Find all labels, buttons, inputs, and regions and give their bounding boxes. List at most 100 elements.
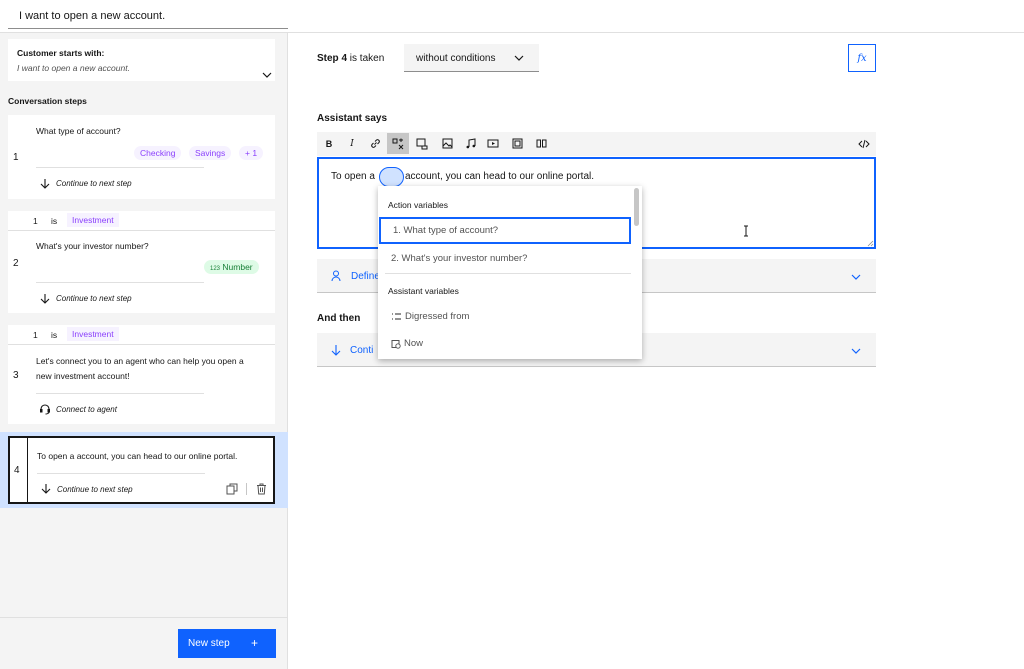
step-question-line2: new investment account! <box>36 371 130 381</box>
divider <box>37 473 205 474</box>
trash-icon[interactable] <box>256 483 267 495</box>
step-question: To open a account, you can head to our o… <box>37 451 238 461</box>
columns-button[interactable] <box>530 133 552 154</box>
condition-select[interactable]: without conditions <box>404 44 539 72</box>
next-action: Continue to next step <box>57 485 133 494</box>
snippet-icon <box>416 138 428 149</box>
list-icon <box>392 313 401 320</box>
dropdown-item-digressed-from[interactable]: Digressed from <box>379 303 631 330</box>
condition-select-value: without conditions <box>416 53 496 64</box>
insert-snippet-button[interactable] <box>411 133 433 154</box>
action-variables-heading: Action variables <box>388 200 449 210</box>
new-step-label: New step <box>188 638 230 649</box>
variable-placeholder-chip[interactable] <box>379 167 404 187</box>
image-button[interactable] <box>436 133 458 154</box>
action-title-input[interactable]: I want to open a new account. <box>19 10 165 22</box>
divider <box>8 230 275 231</box>
step-question: What type of account? <box>36 126 121 136</box>
condition-op: is <box>51 216 58 226</box>
resize-handle-icon[interactable] <box>867 240 874 247</box>
number-icon: 123 <box>210 266 221 272</box>
step-question-line1: Let's connect you to an agent who can he… <box>36 356 244 366</box>
step-card-3[interactable]: 1 is Investment 3 Let's connect you to a… <box>8 325 275 424</box>
italic-button[interactable]: I <box>341 133 363 154</box>
next-action: Connect to agent <box>56 405 117 414</box>
dropdown-scrollbar[interactable] <box>634 188 639 226</box>
divider <box>246 483 247 495</box>
dropdown-item-label: Now <box>404 338 424 349</box>
new-step-button[interactable]: New step + <box>178 629 276 658</box>
expression-button[interactable]: fx <box>848 44 876 72</box>
code-icon <box>858 139 870 148</box>
option-tag: Savings <box>189 146 232 160</box>
headset-icon <box>40 404 50 415</box>
dropdown-item-label: Digressed from <box>405 311 470 322</box>
duplicate-icon[interactable] <box>226 483 238 495</box>
condition-var: 1 <box>33 216 38 226</box>
dropdown-item-label: 2. What's your investor number? <box>391 253 528 264</box>
step-card-4[interactable]: 4 To open a account, you can head to our… <box>8 436 275 504</box>
option-tag: Checking <box>134 146 182 160</box>
step-card-2[interactable]: 1 is Investment 2 What's your investor n… <box>8 211 275 313</box>
step-question: What's your investor number? <box>36 241 149 251</box>
bold-button[interactable]: B <box>318 133 340 154</box>
step-taken-text: is taken <box>349 53 385 64</box>
divider <box>0 617 288 618</box>
divider <box>36 393 204 394</box>
dropdown-item-action-var-1[interactable]: 1. What type of account? <box>379 217 631 244</box>
option-tag: + 1 <box>239 146 264 160</box>
dropdown-item-action-var-2[interactable]: 2. What's your investor number? <box>379 245 631 272</box>
and-then-label: And then <box>317 313 361 324</box>
video-button[interactable] <box>482 133 504 154</box>
arrow-down-icon <box>41 484 51 494</box>
condition-value: Investment <box>67 327 119 341</box>
step-number: 3 <box>13 370 19 381</box>
step-number: 1 <box>13 152 19 163</box>
text-cursor-icon <box>744 225 748 237</box>
step-label: Step 4 <box>317 53 348 64</box>
link-icon <box>370 139 380 148</box>
customer-starts-value: I want to open a new account. <box>17 63 130 73</box>
chevron-down-icon[interactable] <box>262 71 272 79</box>
step-number: 2 <box>13 258 19 269</box>
divider <box>8 344 275 345</box>
variable-icon <box>392 138 404 149</box>
arrow-down-icon <box>40 179 50 189</box>
customer-starts-label: Customer starts with: <box>17 48 105 58</box>
customer-starts-card[interactable]: Customer starts with: I want to open a n… <box>8 39 275 81</box>
next-action: Continue to next step <box>56 294 132 303</box>
assistant-variables-heading: Assistant variables <box>388 286 459 296</box>
editor-text-after: account, you can head to our online port… <box>405 171 595 182</box>
assistant-says-label: Assistant says <box>317 113 388 124</box>
divider <box>385 273 631 274</box>
audio-button[interactable] <box>459 133 481 154</box>
top-bar: I want to open a new account. <box>0 0 1024 33</box>
arrow-down-icon <box>40 294 50 304</box>
title-underline <box>8 28 288 29</box>
iframe-button[interactable] <box>506 133 528 154</box>
divider <box>36 167 204 168</box>
chevron-down-icon <box>851 348 861 354</box>
clock-calendar-icon <box>391 339 401 349</box>
link-button[interactable] <box>364 133 386 154</box>
music-icon <box>466 138 475 149</box>
response-type-tag: 123 Number <box>204 260 259 274</box>
code-view-button[interactable] <box>853 133 875 154</box>
insert-variable-button[interactable] <box>387 133 409 154</box>
continue-label: Conti <box>350 345 374 356</box>
step-taken-label: Step 4 is taken <box>317 53 384 64</box>
steps-panel: Customer starts with: I want to open a n… <box>0 33 288 669</box>
dropdown-item-now[interactable]: Now <box>379 330 631 357</box>
chevron-down-icon <box>851 274 861 280</box>
chevron-down-icon <box>514 55 524 61</box>
condition-var: 1 <box>33 330 38 340</box>
iframe-icon <box>512 138 522 149</box>
conversation-steps-label: Conversation steps <box>8 96 87 106</box>
step-card-1[interactable]: 1 What type of account? Checking Savings… <box>8 115 275 199</box>
plus-icon: + <box>251 636 259 650</box>
columns-icon <box>536 139 546 148</box>
image-icon <box>442 138 452 149</box>
next-action: Continue to next step <box>56 179 132 188</box>
video-icon <box>487 139 499 148</box>
condition-value: Investment <box>67 213 119 227</box>
